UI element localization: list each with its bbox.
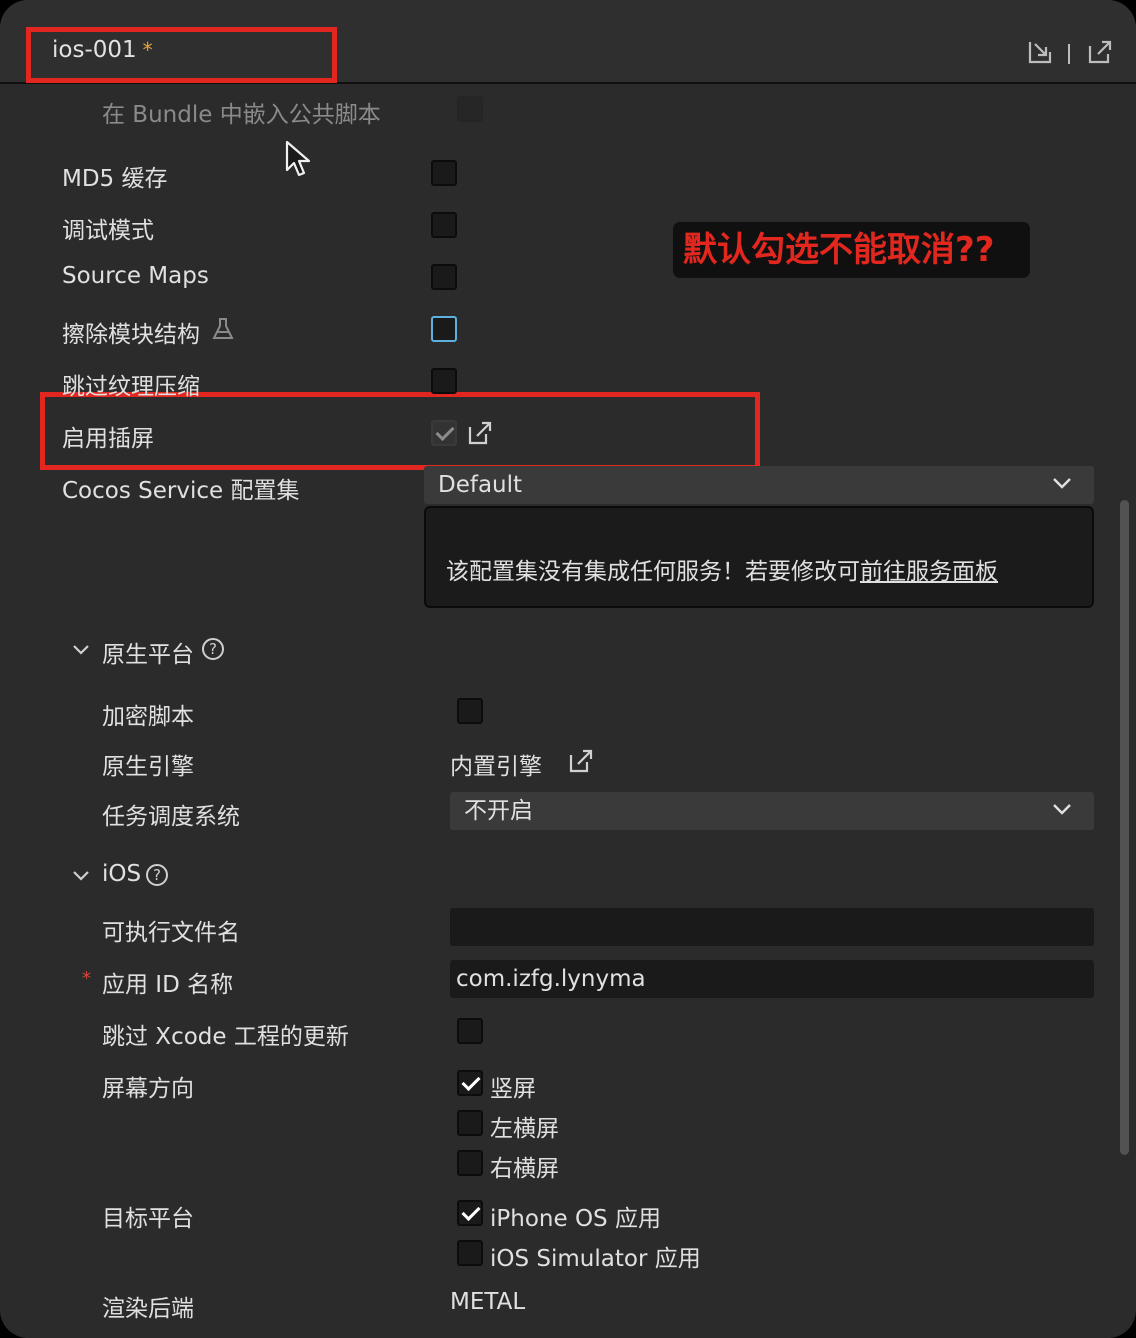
native-engine-open-icon[interactable] (568, 748, 594, 774)
service-message: 该配置集没有集成任何服务！若要修改可 (446, 559, 860, 585)
skip-texture-compression-checkbox[interactable] (431, 368, 457, 394)
debug-mode-label: 调试模式 (62, 218, 154, 244)
cocos-service-config-label: Cocos Service 配置集 (62, 478, 300, 504)
orientation-label: 屏幕方向 (102, 1076, 194, 1102)
orientation-landscape-left-label: 左横屏 (490, 1116, 559, 1142)
native-help-icon[interactable]: ? (202, 638, 224, 660)
enable-interstitial-label: 启用插屏 (62, 426, 154, 452)
native-engine-value: 内置引擎 (450, 754, 542, 780)
encrypt-scripts-label: 加密脚本 (102, 704, 194, 730)
service-panel-link[interactable]: 前往服务面板 (860, 559, 998, 585)
app-id-label: 应用 ID 名称 (102, 972, 234, 998)
source-maps-checkbox[interactable] (431, 264, 457, 290)
mouse-cursor-icon (285, 140, 311, 177)
executable-name-input[interactable] (450, 908, 1094, 946)
build-panel-window: ios-001 * 在 Bundle 中嵌入公共脚本 MD5 缓存 调试模式 So… (0, 0, 1136, 1338)
native-section-title[interactable]: 原生平台 (102, 635, 194, 669)
target-platform-label: 目标平台 (102, 1206, 194, 1232)
executable-name-label: 可执行文件名 (102, 920, 240, 946)
encrypt-scripts-checkbox[interactable] (457, 698, 483, 724)
open-external-icon[interactable] (467, 420, 493, 446)
task-scheduler-select[interactable]: 不开启 (450, 792, 1094, 830)
target-ios-simulator-label: iOS Simulator 应用 (490, 1246, 701, 1272)
orientation-portrait-checkbox[interactable] (457, 1070, 483, 1096)
cocos-service-selected-value: Default (438, 472, 523, 498)
render-backend-label: 渲染后端 (102, 1296, 194, 1322)
target-ios-simulator-checkbox[interactable] (457, 1240, 483, 1266)
skip-xcode-update-label: 跳过 Xcode 工程的更新 (102, 1024, 349, 1050)
ios-help-icon[interactable]: ? (146, 864, 168, 886)
orientation-landscape-left-checkbox[interactable] (457, 1110, 483, 1136)
import-icon[interactable] (1026, 38, 1054, 66)
service-info-box: 该配置集没有集成任何服务！若要修改可前往服务面板 (424, 506, 1094, 608)
app-id-input[interactable]: com.izfg.lynyma (450, 960, 1094, 998)
vertical-scrollbar[interactable] (1120, 500, 1129, 1155)
skip-texture-compression-label: 跳过纹理压缩 (62, 374, 200, 400)
ios-section-title[interactable]: iOS (102, 861, 141, 887)
export-icon[interactable] (1086, 38, 1114, 66)
native-section-chevron-icon[interactable] (72, 644, 90, 656)
target-iphone-os-checkbox[interactable] (457, 1200, 483, 1226)
cocos-service-config-select[interactable]: Default (424, 466, 1094, 504)
required-marker: * (82, 968, 91, 989)
native-engine-label: 原生引擎 (102, 754, 194, 780)
md5-cache-label: MD5 缓存 (62, 166, 168, 192)
erase-module-structure-label: 擦除模块结构 (62, 322, 200, 348)
highlight-box-tab (26, 27, 337, 83)
orientation-landscape-right-label: 右横屏 (490, 1156, 559, 1182)
debug-mode-checkbox[interactable] (431, 212, 457, 238)
toolbar-separator (1068, 44, 1070, 64)
md5-cache-checkbox[interactable] (431, 160, 457, 186)
enable-interstitial-checkbox[interactable] (431, 420, 457, 446)
embed-public-scripts-checkbox[interactable] (457, 96, 483, 122)
erase-module-structure-checkbox[interactable] (431, 316, 457, 342)
task-scheduler-label: 任务调度系统 (102, 804, 240, 830)
ios-section-chevron-icon[interactable] (72, 870, 90, 882)
skip-xcode-update-checkbox[interactable] (457, 1018, 483, 1044)
target-iphone-os-label: iPhone OS 应用 (490, 1206, 661, 1232)
render-backend-value: METAL (450, 1289, 526, 1315)
orientation-landscape-right-checkbox[interactable] (457, 1150, 483, 1176)
orientation-portrait-label: 竖屏 (490, 1076, 536, 1102)
chevron-down-icon (1053, 478, 1071, 489)
embed-public-scripts-label: 在 Bundle 中嵌入公共脚本 (102, 102, 381, 128)
chevron-down-icon (1053, 804, 1071, 815)
service-info-text: 该配置集没有集成任何服务！若要修改可前往服务面板 (446, 552, 998, 586)
source-maps-label: Source Maps (62, 263, 209, 289)
task-scheduler-selected-value: 不开启 (464, 798, 533, 824)
annotation-note: 默认勾选不能取消?? (673, 222, 1030, 278)
experimental-flask-icon (212, 318, 234, 339)
